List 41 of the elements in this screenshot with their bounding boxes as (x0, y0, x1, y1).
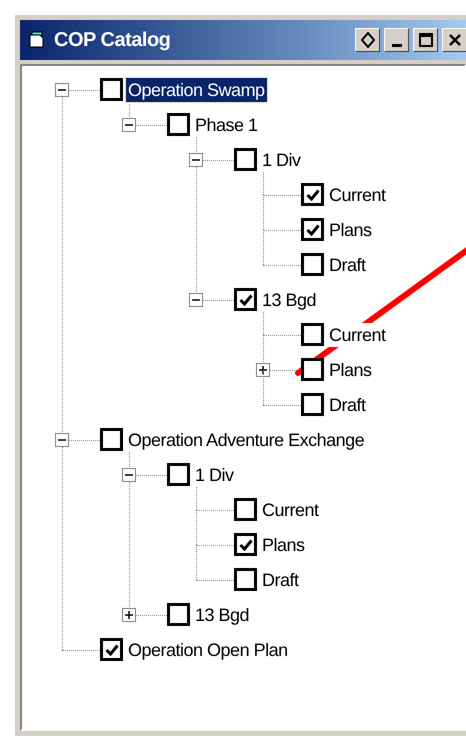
minimize-button[interactable] (384, 28, 409, 52)
collapse-icon[interactable] (55, 82, 69, 96)
pin-button[interactable] (355, 28, 380, 52)
checkmark-icon (104, 644, 118, 656)
checkbox[interactable] (100, 638, 123, 661)
collapse-icon[interactable] (122, 118, 136, 132)
checkbox[interactable] (167, 603, 190, 626)
window-title: COP Catalog (54, 28, 170, 53)
checkbox[interactable] (100, 428, 123, 451)
checkbox[interactable] (301, 323, 324, 346)
checkbox[interactable] (301, 183, 324, 206)
checkbox[interactable] (234, 568, 257, 591)
checkbox[interactable] (100, 78, 123, 101)
checkmark-icon (306, 188, 320, 200)
checkbox[interactable] (301, 218, 324, 241)
checkbox[interactable] (301, 393, 324, 416)
checkbox[interactable] (167, 463, 190, 486)
maximize-icon (418, 33, 432, 47)
expand-icon[interactable] (256, 362, 270, 376)
diamond-icon (360, 32, 374, 48)
checkbox[interactable] (234, 498, 257, 521)
checkbox[interactable] (234, 148, 257, 171)
checkbox[interactable] (301, 358, 324, 381)
tree-item-label[interactable]: Current (327, 322, 388, 346)
collapse-icon[interactable] (55, 432, 69, 446)
checkbox[interactable] (301, 253, 324, 276)
close-icon (448, 34, 460, 46)
maximize-button[interactable] (413, 28, 438, 52)
checkbox[interactable] (234, 533, 257, 556)
checkmark-icon (306, 224, 320, 236)
close-button[interactable] (442, 28, 466, 52)
minimize-icon (392, 44, 402, 47)
checkmark-icon (238, 538, 252, 550)
checkmark-icon (238, 294, 252, 306)
tree-item-label[interactable]: Operation Swamp (126, 78, 267, 102)
collapse-icon[interactable] (189, 152, 203, 166)
checkbox[interactable] (234, 288, 257, 311)
checkbox[interactable] (167, 113, 190, 136)
collapse-icon[interactable] (122, 468, 136, 482)
expand-icon[interactable] (122, 608, 136, 622)
collapse-icon[interactable] (189, 292, 203, 306)
